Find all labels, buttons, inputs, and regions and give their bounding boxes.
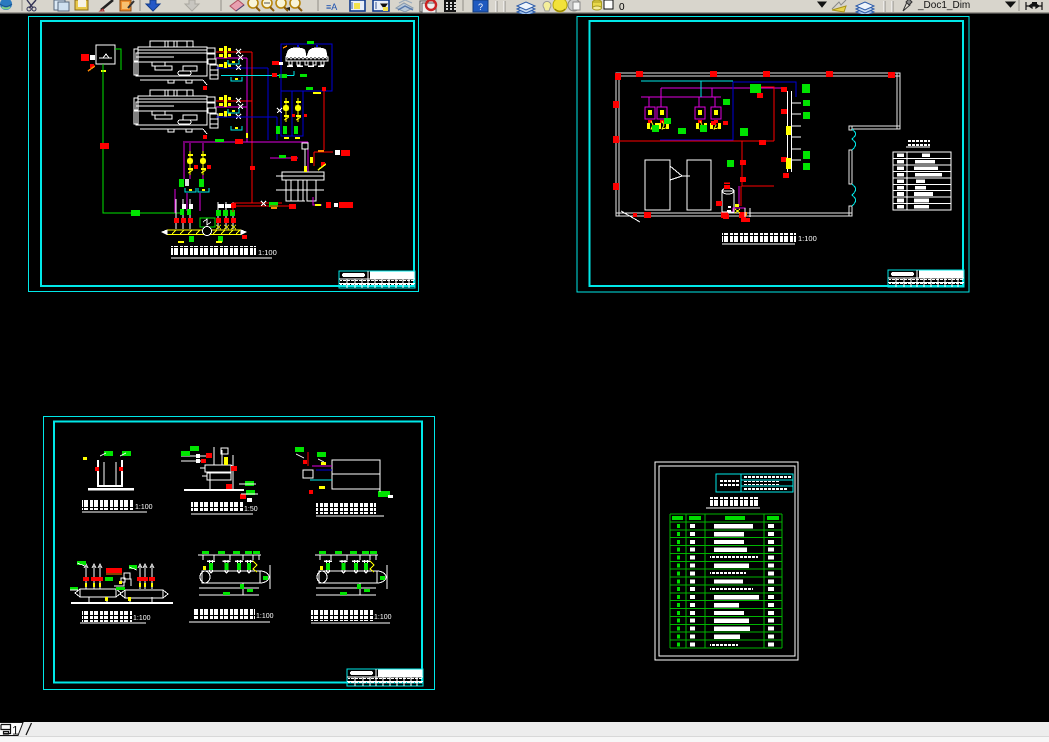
svg-text:1:100: 1:100 [258,248,277,257]
svg-text:?: ? [478,2,483,12]
svg-text:1:100: 1:100 [798,234,817,243]
svg-text:1:100: 1:100 [135,504,153,511]
svg-text:_Doc1_Dim: _Doc1_Dim [917,0,970,11]
svg-text:1: 1 [12,724,19,738]
svg-text:1:100: 1:100 [133,615,151,622]
svg-text:1:100: 1:100 [256,613,274,620]
svg-text:0: 0 [619,2,625,13]
svg-text:≡A: ≡A [326,2,337,12]
svg-text:1:100: 1:100 [374,614,392,621]
svg-text:1:50: 1:50 [244,506,258,513]
